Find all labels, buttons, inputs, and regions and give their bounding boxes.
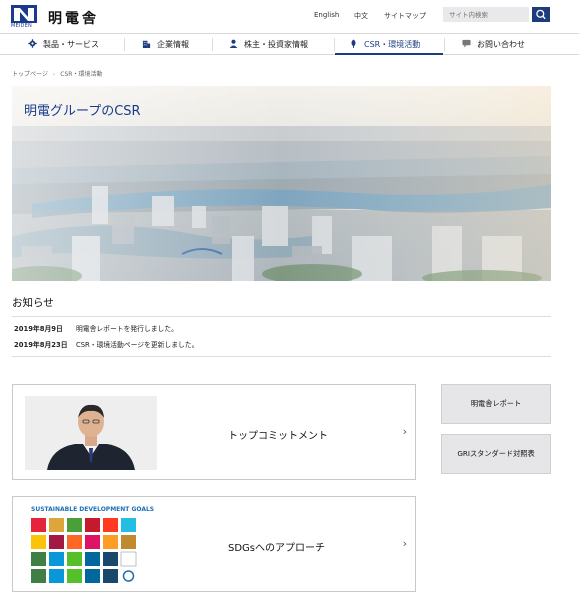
sitemap-link[interactable]: サイトマップ xyxy=(384,11,426,21)
card-label: トップコミットメント xyxy=(228,431,328,442)
breadcrumb: トップページ › CSR・環境活動 xyxy=(12,69,102,78)
site-header: MEIDEN 明電舎 English 中文 サイトマップ xyxy=(0,0,579,32)
nav-divider xyxy=(444,38,445,51)
sdgs-grid-icon xyxy=(31,518,137,583)
hero-banner: 明電グループのCSR xyxy=(12,86,551,281)
nav-divider xyxy=(212,38,213,51)
news-item[interactable]: 2019年8月23日 CSR・環境活動ページを更新しました。 xyxy=(14,339,198,349)
nav-label: CSR・環境活動 xyxy=(364,40,421,49)
chat-icon xyxy=(462,39,471,50)
sdgs-logo: SUSTAINABLE DEVELOPMENT GOALS xyxy=(31,506,155,586)
logo-text: MEIDEN xyxy=(11,23,32,29)
gri-index-button[interactable]: GRIスタンダード対照表 xyxy=(441,434,551,474)
sdgs-title: SUSTAINABLE DEVELOPMENT GOALS xyxy=(31,506,155,513)
meiden-logo[interactable]: MEIDEN xyxy=(11,5,37,29)
news-text[interactable]: CSR・環境活動ページを更新しました。 xyxy=(76,341,198,349)
nav-active-indicator xyxy=(335,53,443,55)
search-icon xyxy=(536,9,546,20)
chevron-right-icon: › xyxy=(402,425,407,438)
chevron-right-icon: › xyxy=(402,537,407,550)
logo-mark-icon xyxy=(11,5,37,23)
sdgs-card[interactable]: SUSTAINABLE DEVELOPMENT GOALS SDGsへのアプロー… xyxy=(12,496,416,592)
nav-divider xyxy=(334,38,335,51)
nav-label: 企業情報 xyxy=(157,40,189,49)
nav-item-contact[interactable]: お問い合わせ xyxy=(462,34,525,55)
global-nav: 製品・サービス 企業情報 株主・投資家情報 CSR・環境活動 お問い合わせ xyxy=(0,33,579,55)
breadcrumb-home[interactable]: トップページ xyxy=(12,71,48,78)
nav-item-investors[interactable]: 株主・投資家情報 xyxy=(229,34,308,55)
building-icon xyxy=(142,39,151,50)
top-commitment-card[interactable]: トップコミットメント › xyxy=(12,384,416,480)
divider xyxy=(12,316,551,317)
divider xyxy=(12,356,551,357)
president-photo xyxy=(25,396,157,470)
nav-item-products[interactable]: 製品・サービス xyxy=(28,34,99,55)
news-date: 2019年8月23日 xyxy=(14,341,68,349)
leaf-icon xyxy=(349,39,358,50)
breadcrumb-separator: › xyxy=(52,71,56,78)
news-text[interactable]: 明電舎レポートを発行しました。 xyxy=(76,325,178,333)
search-input[interactable] xyxy=(443,7,529,22)
breadcrumb-current: CSR・環境活動 xyxy=(60,71,103,78)
nav-label: お問い合わせ xyxy=(477,40,525,49)
card-label: SDGsへのアプローチ xyxy=(228,543,326,554)
english-link[interactable]: English xyxy=(314,11,339,19)
search-button[interactable] xyxy=(532,7,550,22)
nav-divider xyxy=(124,38,125,51)
chinese-link[interactable]: 中文 xyxy=(354,11,368,21)
nav-item-csr[interactable]: CSR・環境活動 xyxy=(349,34,420,55)
report-button[interactable]: 明電舎レポート xyxy=(441,384,551,424)
gear-icon xyxy=(28,39,37,50)
nav-label: 株主・投資家情報 xyxy=(244,40,308,49)
nav-label: 製品・サービス xyxy=(43,40,99,49)
person-icon xyxy=(229,39,238,50)
news-date: 2019年8月9日 xyxy=(14,325,63,333)
hero-title: 明電グループのCSR xyxy=(24,104,141,119)
news-heading: お知らせ xyxy=(12,297,54,309)
nav-item-company[interactable]: 企業情報 xyxy=(142,34,189,55)
news-item[interactable]: 2019年8月9日 明電舎レポートを発行しました。 xyxy=(14,323,178,333)
brand-name[interactable]: 明電舎 xyxy=(48,8,99,28)
